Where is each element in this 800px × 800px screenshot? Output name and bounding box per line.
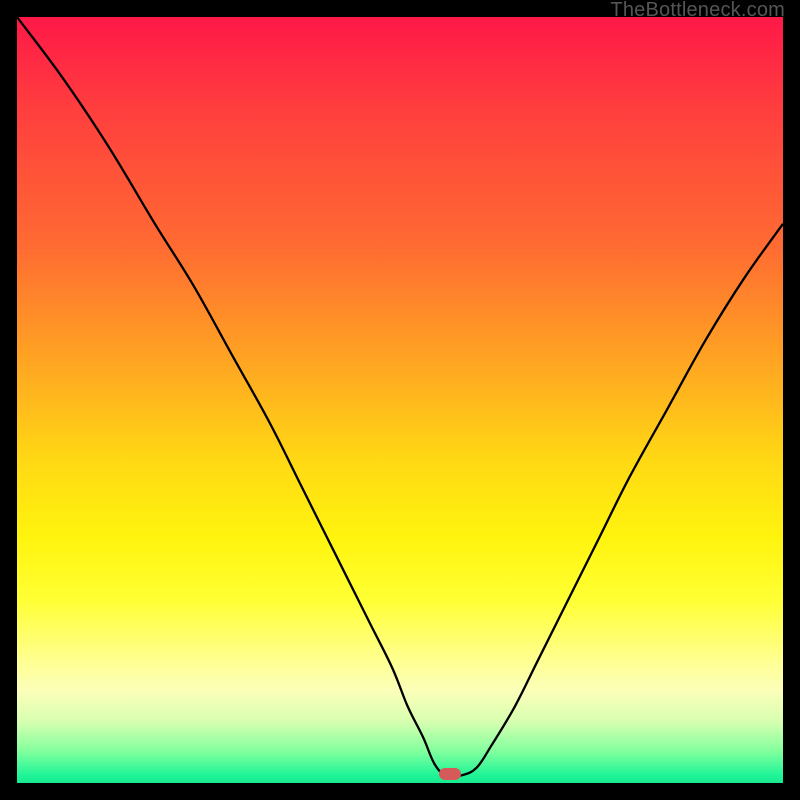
plot-area: [17, 17, 783, 783]
optimal-marker: [439, 768, 461, 780]
chart-container: TheBottleneck.com: [0, 0, 800, 800]
watermark-text: TheBottleneck.com: [610, 0, 785, 22]
bottleneck-curve: [17, 17, 783, 783]
